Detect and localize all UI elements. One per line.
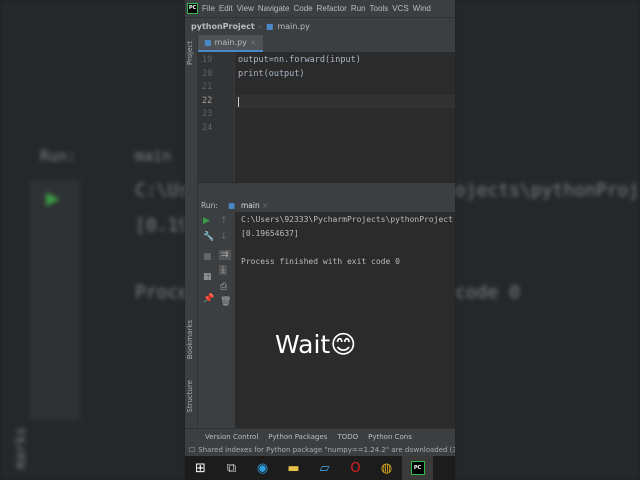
blurred-background-left: Run: main C:\Us [0.19 Proce marks ▶ xyxy=(0,0,185,480)
ghost-text: Proce xyxy=(135,282,185,303)
windows-start-icon[interactable]: ⊞ xyxy=(185,456,216,480)
ghost-text: marks xyxy=(13,426,30,470)
task-view-icon[interactable]: ⧉ xyxy=(216,456,247,480)
file-explorer-icon[interactable]: ▬ xyxy=(278,456,309,480)
menu-view[interactable]: View xyxy=(237,4,254,13)
console-line: C:\Users\92333\PycharmProjects\pythonPro… xyxy=(241,215,453,224)
menu-vcs[interactable]: VCS xyxy=(392,4,408,13)
computer-icon[interactable]: ▱ xyxy=(309,456,340,480)
menu-edit[interactable]: Edit xyxy=(219,4,233,13)
python-file-icon: ■ xyxy=(265,22,274,31)
layout-icon[interactable]: ▦ xyxy=(203,272,212,282)
up-arrow-icon[interactable]: ↑ xyxy=(220,216,228,226)
structure-tool-button[interactable]: Structure xyxy=(186,380,194,413)
tab-label: main.py xyxy=(214,38,247,47)
console-line: [0.19654637] xyxy=(241,229,299,238)
run-label: Run: xyxy=(201,201,218,210)
trash-icon[interactable]: 🗑 xyxy=(220,297,231,307)
line-number: 20 xyxy=(202,68,213,79)
python-run-icon: ■ xyxy=(228,201,236,210)
line-number: 19 xyxy=(202,55,213,65)
tool-window-bar: Version Control Python Packages TODO Pyt… xyxy=(185,428,455,444)
ghost-text: [0.19 xyxy=(135,215,185,236)
opera-icon[interactable]: O xyxy=(340,456,371,480)
ghost-text: C:\Us xyxy=(135,180,185,201)
breadcrumb-file[interactable]: main.py xyxy=(277,22,309,31)
soft-wrap-icon[interactable]: ⇉ xyxy=(219,250,231,260)
stop-icon[interactable]: ■ xyxy=(203,252,212,262)
chrome-icon[interactable]: ◍ xyxy=(371,456,402,480)
menu-refactor[interactable]: Refactor xyxy=(317,4,347,13)
ghost-text: Run: xyxy=(40,147,77,165)
print-icon[interactable]: ⎙ xyxy=(220,282,227,292)
status-message[interactable]: Shared indexes for Python package "numpy… xyxy=(198,446,455,454)
pycharm-taskbar-icon[interactable]: PC xyxy=(402,456,433,480)
python-console-button[interactable]: Python Cons xyxy=(368,433,412,441)
breadcrumb-project[interactable]: pythonProject xyxy=(191,22,255,31)
menu-file[interactable]: File xyxy=(202,4,215,13)
left-tool-strip: Project Bookmarks Structure xyxy=(185,35,198,444)
version-control-button[interactable]: Version Control xyxy=(205,433,258,441)
menu-code[interactable]: Code xyxy=(293,4,312,13)
code-editor[interactable]: 19 output=nn.forward(input) 20 print(output… xyxy=(198,52,455,182)
down-arrow-icon[interactable]: ↓ xyxy=(220,232,228,242)
todo-button[interactable]: TODO xyxy=(337,433,358,441)
line-number: 23 xyxy=(202,109,213,119)
status-bar: ☐ Shared indexes for Python package "num… xyxy=(185,444,455,456)
line-number: 22 xyxy=(202,95,213,106)
menu-bar: PC File Edit View Navigate Code Refactor… xyxy=(185,0,455,17)
run-console[interactable]: C:\Users\92333\PycharmProjects\pythonPro… xyxy=(235,212,455,428)
menu-tools[interactable]: Tools xyxy=(370,4,389,13)
bookmarks-tool-button[interactable]: Bookmarks xyxy=(186,320,194,359)
menu-run[interactable]: Run xyxy=(351,4,366,13)
status-icon: ☐ xyxy=(189,446,196,454)
run-tab-main[interactable]: main xyxy=(241,201,260,210)
pycharm-logo-icon: PC xyxy=(187,3,198,14)
rerun-icon[interactable]: ▶ xyxy=(203,216,210,226)
scroll-to-end-icon[interactable]: ⤓ xyxy=(219,265,227,275)
pin-icon[interactable]: 📌 xyxy=(203,294,214,304)
code-line: output=nn.forward(input) xyxy=(238,55,361,65)
current-line-highlight xyxy=(235,95,455,108)
close-icon[interactable]: × xyxy=(262,201,268,210)
editor-tabs: ■ main.py × xyxy=(198,35,455,52)
code-line: print(output) xyxy=(238,68,305,79)
menu-window[interactable]: Wind xyxy=(413,4,431,13)
ghost-text: ojects\pythonProject xyxy=(455,180,640,201)
ghost-text: main xyxy=(135,147,172,165)
python-packages-button[interactable]: Python Packages xyxy=(268,433,327,441)
console-line: Process finished with exit code 0 xyxy=(241,257,400,266)
pycharm-window: PC File Edit View Navigate Code Refactor… xyxy=(185,0,455,480)
overlay-caption: Wait😊 xyxy=(275,330,357,359)
project-tool-button[interactable]: Project xyxy=(186,41,194,65)
line-number: 21 xyxy=(202,82,213,92)
python-file-icon: ■ xyxy=(204,38,212,47)
breadcrumb: pythonProject › ■ main.py xyxy=(185,17,455,35)
menu-navigate[interactable]: Navigate xyxy=(258,4,290,13)
close-icon[interactable]: × xyxy=(250,38,257,47)
run-toolbar: ▶ ↑ 🔧 ↓ ■ ⇉ ▦ ⤓ ⎙ 📌 🗑 xyxy=(198,212,235,428)
wrench-icon[interactable]: 🔧 xyxy=(203,232,214,242)
taskbar: ⊞ ⧉ ◉ ▬ ▱ O ◍ PC xyxy=(185,456,455,480)
ghost-text: code 0 xyxy=(455,282,521,303)
line-number: 24 xyxy=(202,122,213,133)
run-panel-header: Run: ■ main × xyxy=(198,182,455,212)
blurred-background-right: ojects\pythonProject code 0 xyxy=(455,0,640,480)
tab-main-py[interactable]: ■ main.py × xyxy=(198,35,263,52)
text-caret xyxy=(238,97,239,107)
edge-icon[interactable]: ◉ xyxy=(247,456,278,480)
